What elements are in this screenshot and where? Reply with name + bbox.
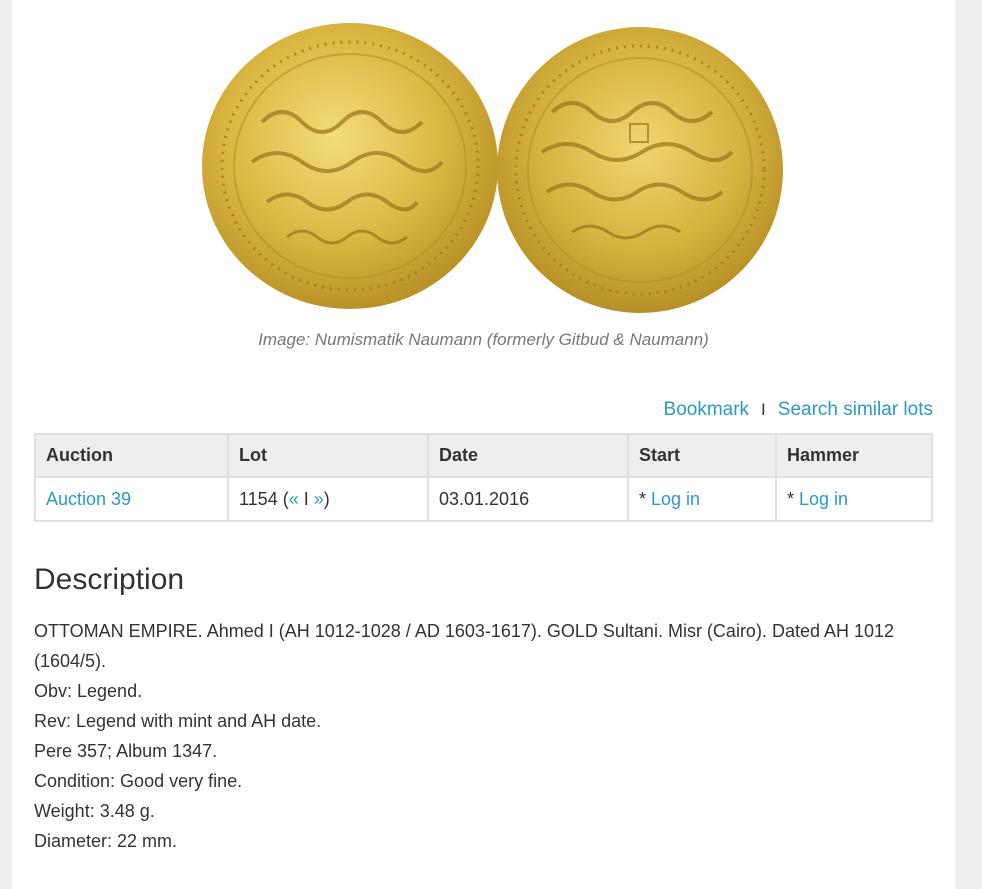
description-line: Obv: Legend.	[34, 681, 143, 701]
description-heading: Description	[34, 563, 185, 596]
cell-hammer: * Log in	[775, 476, 933, 522]
table-header-row: Auction Lot Date Start Hammer	[34, 433, 933, 478]
description-line: Diameter: 22 mm.	[34, 831, 178, 851]
action-separator: I	[761, 400, 766, 419]
lot-paren-open: (	[277, 488, 289, 509]
lot-nav-separator: I	[298, 488, 314, 509]
header-auction: Auction	[34, 433, 229, 478]
description-line: Pere 357; Album 1347.	[34, 741, 218, 761]
auction-link[interactable]: Auction 39	[46, 489, 131, 509]
description-line: Rev: Legend with mint and AH date.	[34, 711, 322, 731]
start-prefix: *	[639, 488, 652, 509]
lot-actions: Bookmark I Search similar lots	[664, 399, 933, 421]
next-lot-link[interactable]: »	[314, 489, 324, 509]
lot-number: 1154	[239, 488, 278, 509]
cell-auction: Auction 39	[34, 476, 229, 522]
description-line: Condition: Good very fine.	[34, 771, 243, 791]
description-body: OTTOMAN EMPIRE. Ahmed I (AH 1012-1028 / …	[34, 616, 939, 856]
coin-image[interactable]	[192, 12, 792, 322]
description-line: OTTOMAN EMPIRE. Ahmed I (AH 1012-1028 / …	[34, 621, 895, 671]
cell-lot: 1154 (« I »)	[227, 476, 429, 522]
search-similar-lots-link[interactable]: Search similar lots	[778, 399, 933, 421]
cell-start: * Log in	[627, 476, 777, 522]
table-row: Auction 39 1154 (« I ») 03.01.2016 * Log…	[34, 476, 933, 522]
bookmark-link[interactable]: Bookmark	[664, 399, 750, 421]
header-start: Start	[627, 433, 777, 478]
hammer-prefix: *	[787, 488, 800, 509]
header-date: Date	[427, 433, 629, 478]
header-lot: Lot	[227, 433, 429, 478]
hammer-login-link[interactable]: Log in	[799, 489, 848, 509]
page: Image: Numismatik Naumann (formerly Gitb…	[12, 0, 955, 889]
cell-date: 03.01.2016	[427, 476, 629, 522]
previous-lot-link[interactable]: «	[289, 489, 299, 509]
image-caption: Image: Numismatik Naumann (formerly Gitb…	[258, 330, 709, 349]
lot-paren-close: )	[323, 488, 330, 509]
lot-info-table: Auction Lot Date Start Hammer Auction 39…	[34, 433, 933, 522]
start-login-link[interactable]: Log in	[651, 489, 700, 509]
coin-reverse	[497, 27, 783, 313]
header-hammer: Hammer	[775, 433, 933, 478]
description-line: Weight: 3.48 g.	[34, 801, 155, 821]
coin-obverse	[202, 23, 498, 309]
